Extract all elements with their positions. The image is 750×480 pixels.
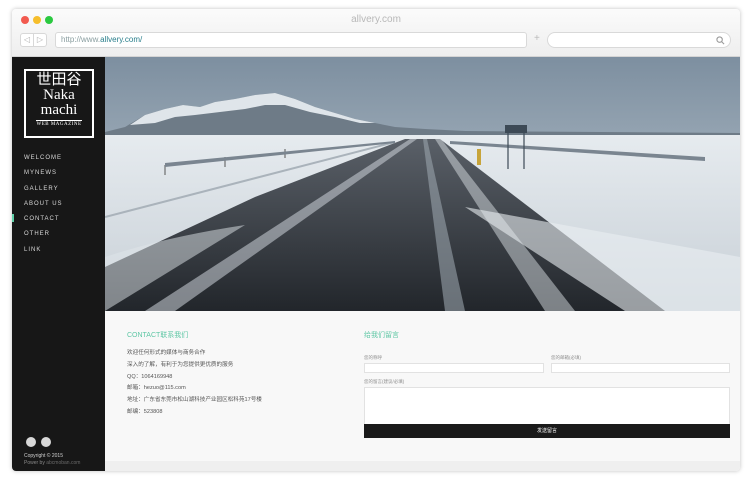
sidebar: 世田谷 Naka machi WEB MAGAZINE WELCOME MYNE… [12,57,105,471]
forward-button[interactable]: ▷ [33,33,47,47]
message-form-title: 给我们留言 [364,332,399,339]
contact-info-list: 欢迎任何形式的媒体与商务合作 深入的了解，有利于为您提供更优质的服务 QQ：10… [127,350,262,421]
address-bar[interactable]: http://www.allvery.com/ [55,32,527,48]
message-label: 您的留言(建议/必填) [364,379,405,384]
contact-line-qq: QQ：1064169948 [127,373,173,380]
contact-section: CONTACT联系我们 欢迎任何形式的媒体与商务合作 深入的了解，有利于为您提供… [105,311,740,471]
browser-window: allvery.com ◁ ▷ http://www.allvery.com/ … [12,9,740,471]
back-button[interactable]: ◁ [20,33,34,47]
send-message-button[interactable]: 发送留言 [364,424,730,438]
contact-line-address: 地址：广东省东莞市松山湖科技产业园区松科苑17号楼 [127,397,262,404]
logo-line-1: 世田谷 [36,72,82,88]
menu-item-link[interactable]: LINK [24,246,63,261]
browser-toolbar: allvery.com ◁ ▷ http://www.allvery.com/ … [12,9,740,57]
name-input[interactable] [364,363,544,373]
logo-subtitle: WEB MAGAZINE [36,120,82,127]
new-tab-button[interactable]: + [534,33,540,44]
copyright-text: Copyright © 2015 [24,453,63,459]
email-input[interactable] [551,363,730,373]
logo-line-3: machi [40,102,78,118]
site-logo[interactable]: 世田谷 Naka machi WEB MAGAZINE [24,69,94,138]
contact-title: CONTACT联系我们 [127,332,189,339]
wechat-icon[interactable] [26,437,36,447]
logo-line-2: Naka [43,87,75,103]
window-title: allvery.com [351,14,401,25]
contact-line-email: 邮箱：hezuo@115.com [127,385,186,392]
message-textarea[interactable] [364,387,730,425]
search-icon [716,36,725,45]
active-menu-marker [12,214,14,222]
snowy-road-photo [105,57,740,311]
menu-item-about-us[interactable]: ABOUT US [24,200,63,215]
hero-image [105,57,740,311]
email-label: 您的邮箱(必填) [551,355,581,360]
menu-item-contact[interactable]: CONTACT [24,215,63,230]
sidebar-menu: WELCOME MYNEWS GALLERY ABOUT US CONTACT … [24,154,63,261]
contact-line-cooperation: 欢迎任何形式的媒体与商务合作 [127,350,206,356]
powered-link[interactable]: abcmoban.com [46,460,80,466]
url-domain: allvery.com/ [100,35,143,44]
menu-item-gallery[interactable]: GALLERY [24,185,63,200]
menu-item-mynews[interactable]: MYNEWS [24,169,63,184]
name-label: 您的称呼 [364,355,382,360]
powered-prefix: Power by [24,460,47,466]
powered-by-text: Power by abcmoban.com [24,460,80,466]
menu-item-welcome[interactable]: WELCOME [24,154,63,169]
contact-line-postcode: 邮编：523808 [127,408,163,415]
footer-strip [105,461,740,471]
address-text: http://www.allvery.com/ [61,35,142,44]
browser-search-input[interactable] [547,32,731,48]
contact-line-service: 深入的了解，有利于为您提供更优质的服务 [127,361,234,368]
weibo-icon[interactable] [41,437,51,447]
menu-item-other[interactable]: OTHER [24,230,63,245]
url-prefix: http://www. [61,35,101,44]
